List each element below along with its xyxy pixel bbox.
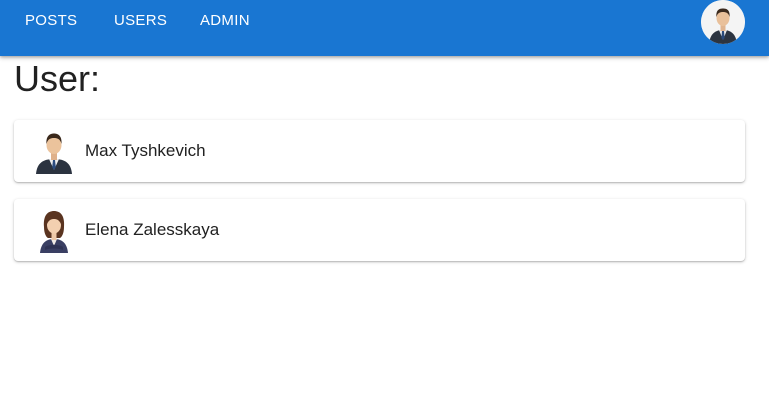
user-card-max-tyshkevich[interactable]: Max Tyshkevich (14, 120, 745, 182)
user-card-elena-zalesskaya[interactable]: Elena Zalesskaya (14, 199, 745, 261)
nav-posts-button[interactable]: POSTS (21, 0, 81, 42)
businessman-avatar-icon (36, 133, 72, 174)
current-user-avatar[interactable] (701, 0, 745, 44)
user-name: Elena Zalesskaya (85, 220, 220, 239)
nav-users-button[interactable]: USERS (110, 0, 171, 42)
businessman-avatar-icon (701, 0, 745, 44)
nav-admin-button[interactable]: ADMIN (196, 0, 254, 42)
user-name: Max Tyshkevich (85, 141, 206, 160)
businesswoman-avatar-icon (40, 211, 68, 253)
page-title: User: (14, 58, 101, 99)
app-bar: POSTS USERS ADMIN (0, 0, 769, 56)
